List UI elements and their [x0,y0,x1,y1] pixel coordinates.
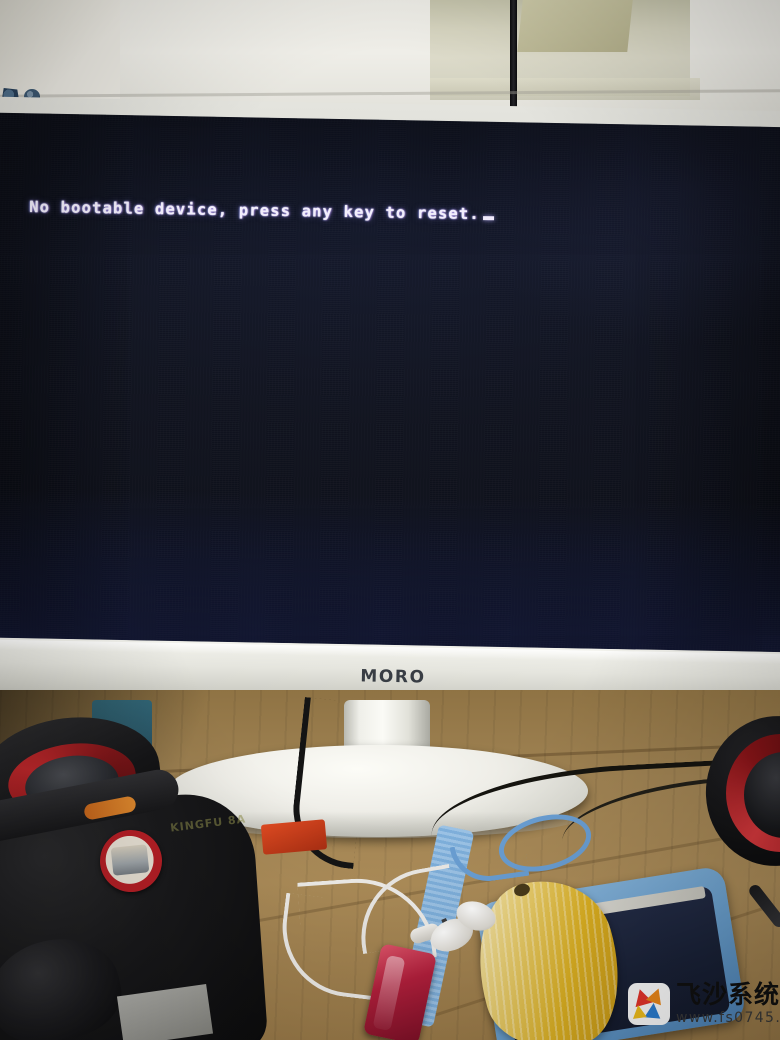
watermark-site-name: 飞沙系统网 [676,980,780,1009]
logo-triangle-yellow-icon [631,1003,647,1019]
watermark-url: www.fs0745.com [676,1010,780,1026]
watermark-text: 飞沙系统网 www.fs0745.com [676,982,780,1025]
bag-badge-inner [110,844,150,876]
photograph: No bootable device, press any key to res… [0,0,780,1040]
text-cursor [482,216,494,221]
monitor-screen[interactable]: No bootable device, press any key to res… [0,112,780,653]
screen-vignette [0,113,780,653]
shelf-object [517,0,633,52]
logo-triangle-blue-icon [644,1001,662,1019]
shelf-edge [430,78,700,100]
watermark: 飞沙系统网 www.fs0745.com [628,982,780,1025]
orange-card [260,819,328,855]
watermark-logo-icon [628,982,670,1025]
